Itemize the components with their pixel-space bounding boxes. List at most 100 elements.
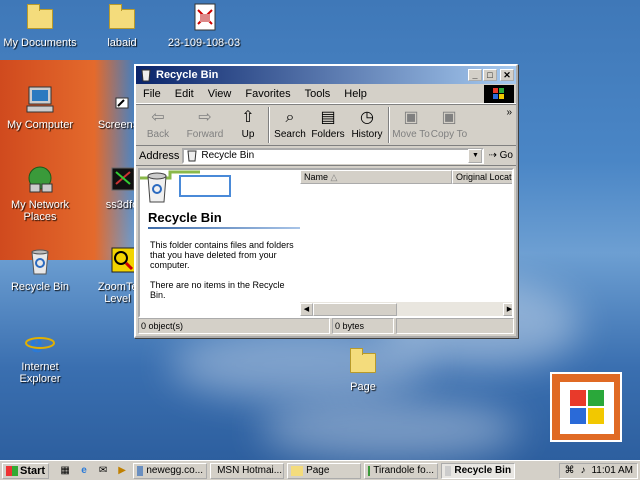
desktop-icon-labaid[interactable]: labaid [82, 2, 162, 49]
toolbar-separator [268, 107, 270, 143]
app-icon [368, 465, 371, 476]
taskbar-item-hotmail[interactable]: MSN Hotmai... [210, 462, 285, 479]
address-dropdown-button[interactable]: ▼ [468, 148, 483, 163]
copy-to-icon: ▣ [441, 109, 457, 126]
desktop-icon-label: My Computer [6, 119, 74, 131]
taskbar-item-newegg[interactable]: newegg.co... [133, 462, 208, 479]
recycle-bin-icon [187, 150, 197, 161]
maximize-button[interactable]: □ [483, 69, 497, 81]
ie-icon[interactable]: e [76, 464, 92, 478]
recycle-bin-icon [24, 246, 56, 278]
window-titlebar[interactable]: Recycle Bin _ □ ✕ [136, 66, 516, 84]
toolbar-chevron-icon[interactable]: » [506, 107, 512, 118]
address-bar: Address Recycle Bin ▼ ⇢ Go [136, 146, 516, 166]
computer-icon [24, 84, 56, 116]
folder-content: Recycle Bin This folder contains files a… [138, 168, 514, 318]
recycle-bin-window: Recycle Bin _ □ ✕ File Edit View Favorit… [134, 64, 518, 338]
forward-arrow-icon: ⇨ [198, 109, 212, 126]
copy-to-button[interactable]: ▣ Copy To [430, 107, 468, 140]
toolbar-separator [388, 107, 390, 143]
desktop-icon-internet-explorer[interactable]: e Internet Explorer [0, 326, 80, 385]
list-header: Name △ Original Location [300, 170, 512, 184]
history-button[interactable]: ◷ History [348, 107, 386, 140]
desktop-icon-label: 23-109-108-03 [167, 37, 241, 49]
recycle-bin-icon [445, 465, 452, 476]
info-pane-heading: Recycle Bin [148, 210, 222, 225]
up-folder-icon: ⇧ [241, 109, 255, 126]
folders-button[interactable]: ▤ Folders [308, 107, 348, 140]
desktop-icon-label: Recycle Bin [10, 281, 70, 293]
close-button[interactable]: ✕ [500, 69, 514, 81]
desktop-icon-label: Internet Explorer [19, 361, 61, 385]
up-button[interactable]: ⇧ Up [230, 107, 266, 140]
folder-icon [347, 346, 379, 378]
history-icon: ◷ [360, 109, 374, 126]
desktop-icon-recycle-bin[interactable]: Recycle Bin [0, 246, 80, 293]
desktop: My Documents labaid 23-109-108-03 My Com… [0, 0, 640, 460]
webview-info-pane: Recycle Bin This folder contains files a… [140, 170, 300, 316]
standard-toolbar: ⇦ Back ⇨ Forward ⇧ Up ⌕ Search ▤ Folders ◷ His… [136, 104, 516, 146]
folder-icon [24, 2, 56, 34]
desktop-icon-my-documents[interactable]: My Documents [0, 2, 80, 49]
quick-launch: ▦ e ✉ ▶ [57, 464, 130, 478]
windows-logo-icon [550, 372, 622, 442]
menu-view[interactable]: View [201, 88, 239, 100]
desktop-icon-page[interactable]: Page [323, 346, 403, 393]
outlook-icon[interactable]: ✉ [95, 464, 111, 478]
volume-icon[interactable]: ♪ [580, 465, 585, 476]
status-bar: 0 object(s) 0 bytes [138, 318, 514, 334]
info-pane-description: This folder contains files and folders t… [150, 240, 294, 270]
status-size: 0 bytes [332, 318, 394, 334]
system-tray: ⌘ ♪ 11:01 AM [559, 462, 638, 479]
desktop-icon-my-network-places[interactable]: My Network Places [0, 164, 80, 223]
start-button[interactable]: Start [2, 462, 50, 479]
address-input[interactable]: Recycle Bin ▼ [182, 147, 485, 164]
forward-button[interactable]: ⇨ Forward [180, 107, 230, 140]
scroll-left-icon[interactable]: ◀ [300, 302, 313, 316]
menu-edit[interactable]: Edit [168, 88, 201, 100]
taskbar-item-recycle-bin[interactable]: Recycle Bin [441, 462, 516, 479]
status-extra [396, 318, 514, 334]
back-arrow-icon: ⇦ [151, 109, 165, 126]
info-pane-empty-text: There are no items in the Recycle Bin. [150, 280, 285, 300]
desktop-icon-23-109-108-03[interactable]: 23-109-108-03 [164, 2, 244, 49]
menu-favorites[interactable]: Favorites [238, 88, 297, 100]
desktop-icon-my-computer[interactable]: My Computer [0, 84, 80, 131]
search-icon: ⌕ [285, 109, 295, 126]
move-to-icon: ▣ [403, 109, 419, 126]
menu-help[interactable]: Help [337, 88, 374, 100]
ie-page-icon [137, 465, 144, 476]
heading-underline [148, 227, 300, 229]
minimize-button[interactable]: _ [468, 69, 482, 81]
search-button[interactable]: ⌕ Search [272, 107, 308, 140]
go-button[interactable]: ⇢ Go [488, 150, 513, 161]
show-desktop-icon[interactable]: ▦ [57, 464, 73, 478]
media-player-icon[interactable]: ▶ [114, 464, 130, 478]
back-button[interactable]: ⇦ Back [136, 107, 180, 140]
address-label: Address [139, 149, 180, 162]
ie-icon: e [24, 326, 56, 359]
svg-text:e: e [30, 328, 42, 358]
scrollbar-thumb[interactable] [313, 302, 397, 316]
windows-flag-icon [6, 465, 18, 476]
recycle-bin-banner-icon [140, 170, 231, 203]
column-name[interactable]: Name △ [300, 170, 452, 184]
recycle-bin-icon [141, 69, 151, 82]
network-icon [24, 164, 56, 196]
network-tray-icon[interactable]: ⌘ [564, 465, 574, 476]
folders-icon: ▤ [320, 109, 336, 126]
window-title: Recycle Bin [156, 69, 219, 81]
scroll-right-icon[interactable]: ▶ [503, 302, 512, 316]
desktop-icon-label: My Network Places [10, 199, 70, 223]
taskbar-item-tirandole[interactable]: Tirandole fo... [364, 462, 439, 479]
windows-throbber-icon [484, 85, 514, 103]
menu-file[interactable]: File [136, 88, 168, 100]
horizontal-scrollbar[interactable]: ◀ ▶ [300, 302, 512, 316]
document-icon [188, 2, 220, 34]
move-to-button[interactable]: ▣ Move To [392, 107, 430, 140]
clock[interactable]: 11:01 AM [591, 465, 633, 476]
desktop-icon-label: My Documents [3, 37, 77, 49]
menu-tools[interactable]: Tools [298, 88, 338, 100]
taskbar-item-page[interactable]: Page [287, 462, 362, 479]
column-original-location[interactable]: Original Location [452, 170, 512, 184]
